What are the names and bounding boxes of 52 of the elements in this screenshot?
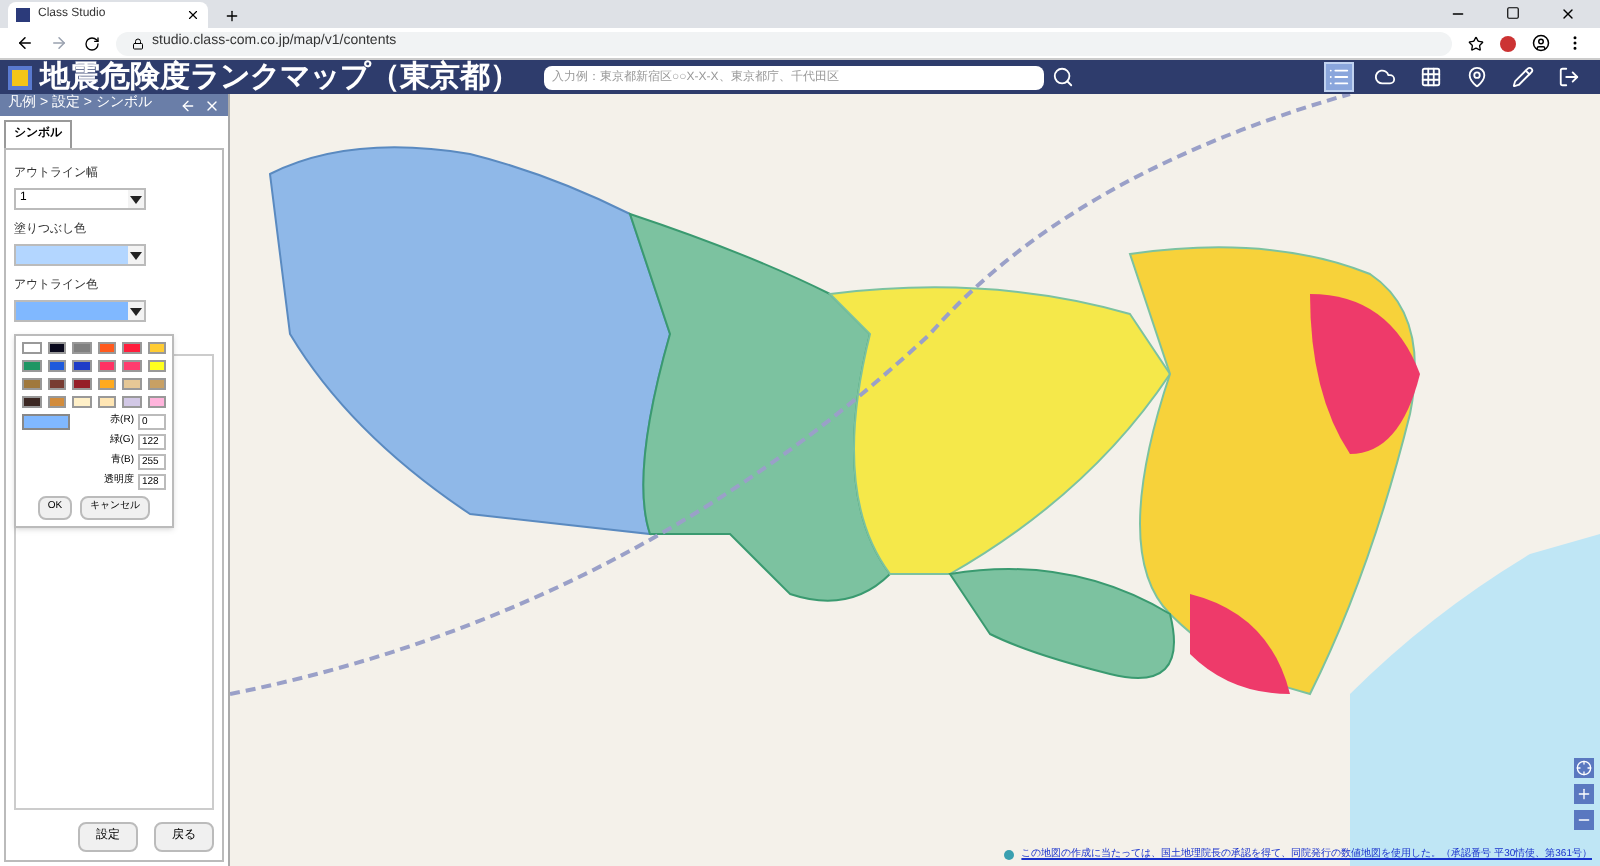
color-swatch[interactable] <box>47 378 66 390</box>
toolbar-button[interactable] <box>1416 62 1446 92</box>
color-swatch[interactable] <box>97 396 116 408</box>
color-swatch[interactable] <box>22 342 41 354</box>
maximize-icon[interactable] <box>1506 6 1520 20</box>
info-icon <box>1003 849 1014 860</box>
caret-icon <box>130 307 142 315</box>
bookmark-icon[interactable] <box>1468 35 1484 51</box>
profile-icon[interactable] <box>1532 34 1550 52</box>
color-swatch[interactable] <box>147 360 166 372</box>
search-icon[interactable] <box>1052 66 1074 88</box>
color-swatch[interactable] <box>122 378 141 390</box>
color-swatch[interactable] <box>97 378 116 390</box>
color-swatch[interactable] <box>122 342 141 354</box>
color-swatch[interactable] <box>47 342 66 354</box>
locate-button[interactable] <box>1574 758 1594 778</box>
caret-icon <box>130 251 142 259</box>
color-swatch[interactable] <box>97 360 116 372</box>
color-swatch[interactable] <box>47 360 66 372</box>
color-swatch[interactable] <box>147 378 166 390</box>
color-swatch[interactable] <box>72 396 91 408</box>
locate-icon <box>1576 760 1592 776</box>
color-swatch[interactable] <box>22 396 41 408</box>
reload-icon[interactable] <box>84 35 100 51</box>
color-swatch[interactable] <box>22 378 41 390</box>
zoom-in-button[interactable] <box>1574 784 1594 804</box>
app-title: 地震危険度ランクマップ（東京都） <box>40 62 520 92</box>
logo-icon <box>8 65 32 89</box>
color-swatch[interactable] <box>147 342 166 354</box>
extension-icon[interactable] <box>1500 35 1516 51</box>
forward-icon[interactable] <box>50 34 68 52</box>
zoom-out-button[interactable] <box>1574 810 1594 830</box>
caret-icon <box>130 195 142 203</box>
color-swatch[interactable] <box>122 360 141 372</box>
toolbar-button[interactable] <box>1554 62 1584 92</box>
color-swatch[interactable] <box>47 396 66 408</box>
close-icon[interactable] <box>1560 6 1576 22</box>
back-icon[interactable] <box>16 34 34 52</box>
color-swatch[interactable] <box>147 396 166 408</box>
toolbar-button[interactable] <box>1508 62 1538 92</box>
color-swatch[interactable] <box>122 396 141 408</box>
dropdown[interactable] <box>14 300 146 322</box>
color-swatch[interactable] <box>72 360 91 372</box>
color-swatch[interactable] <box>97 342 116 354</box>
close-icon[interactable] <box>186 8 200 22</box>
color-swatch[interactable] <box>72 378 91 390</box>
new-tab-icon[interactable] <box>224 8 240 24</box>
favicon-icon <box>16 8 30 22</box>
color-swatch[interactable] <box>72 342 91 354</box>
plus-icon <box>1576 786 1592 802</box>
lock-icon <box>132 37 144 49</box>
color-swatch[interactable] <box>22 360 41 372</box>
